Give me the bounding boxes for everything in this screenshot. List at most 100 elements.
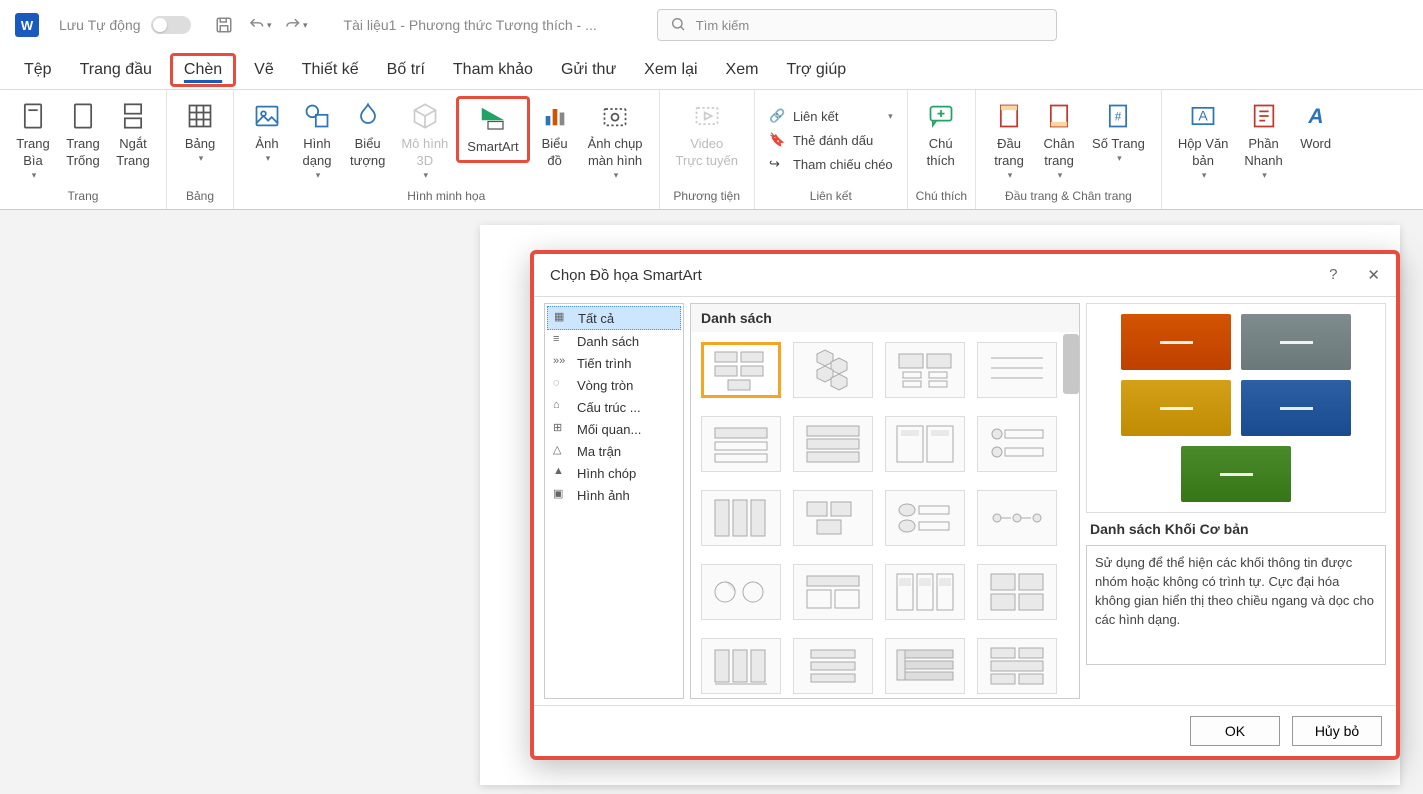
undo-icon[interactable]: ▾ (248, 13, 272, 37)
category-list: ▦Tất cả≡Danh sách»»Tiến trình◌Vòng tròn⌂… (544, 303, 684, 699)
preview-block (1241, 380, 1351, 436)
pagenumber-button[interactable]: #Số Trang▾ (1084, 96, 1153, 169)
wordart-button[interactable]: AWord (1291, 96, 1341, 157)
smartart-icon (477, 103, 509, 135)
smartart-thumb[interactable] (701, 638, 781, 694)
category-item[interactable]: ▦Tất cả (547, 306, 681, 330)
smartart-thumb[interactable] (701, 416, 781, 472)
category-label: Ma trận (577, 444, 621, 459)
category-item[interactable]: »»Tiến trình (547, 352, 681, 374)
category-icon: ≡ (553, 333, 569, 349)
group-label: Phương tiện (668, 185, 746, 209)
smartart-thumb[interactable] (977, 490, 1057, 546)
smartart-thumb[interactable] (977, 638, 1057, 694)
category-item[interactable]: ⊞Mối quan... (547, 418, 681, 440)
quickparts-button[interactable]: PhầnNhanh▾ (1236, 96, 1290, 185)
shapes-button[interactable]: Hìnhdạng▾ (292, 96, 342, 185)
table-button[interactable]: Bảng▾ (175, 96, 225, 169)
bookmark-button[interactable]: 🔖Thẻ đánh dấu (763, 129, 899, 153)
gallery-header: Danh sách (691, 304, 1079, 332)
header-button[interactable]: Đầutrang▾ (984, 96, 1034, 185)
blank-page-button[interactable]: TrangTrống (58, 96, 108, 174)
tab-mailings[interactable]: Gửi thư (547, 53, 630, 87)
online-video-button[interactable]: VideoTrực tuyến (668, 96, 746, 174)
dialog-titlebar: Chọn Đồ họa SmartArt ? ✕ (534, 254, 1396, 296)
screenshot-button[interactable]: Ảnh chụpmàn hình▾ (580, 96, 651, 185)
footer-button[interactable]: Chântrang▾ (1034, 96, 1084, 185)
category-label: Cấu trúc ... (577, 400, 641, 415)
search-input[interactable]: Tìm kiếm (657, 9, 1057, 41)
tab-home[interactable]: Trang đầu (66, 53, 166, 87)
smartart-thumb[interactable] (701, 342, 781, 398)
smartart-thumb[interactable] (885, 638, 965, 694)
group-label: Hình minh họa (242, 185, 651, 209)
link-button[interactable]: 🔗Liên kết▾ (763, 105, 899, 129)
chart-button[interactable]: Biểuđồ (530, 96, 580, 174)
ribbon: TrangBìa▾ TrangTrống NgắtTrang Trang Bản… (0, 90, 1423, 210)
category-icon: ▣ (553, 487, 569, 503)
smartart-thumb[interactable] (885, 564, 965, 620)
shapes-icon (301, 100, 333, 132)
quickparts-icon (1248, 100, 1280, 132)
autosave-label: Lưu Tự động (59, 17, 141, 33)
3dmodels-button[interactable]: Mô hình3D▾ (393, 96, 456, 185)
camera-icon (599, 100, 631, 132)
tab-draw[interactable]: Vẽ (240, 53, 288, 87)
smartart-thumb[interactable] (977, 564, 1057, 620)
smartart-thumb[interactable] (793, 342, 873, 398)
tab-review[interactable]: Xem lại (630, 53, 711, 87)
category-item[interactable]: ≡Danh sách (547, 330, 681, 352)
comment-button[interactable]: Chúthích (916, 96, 966, 174)
svg-text:A: A (1307, 105, 1323, 128)
gallery-scrollbar[interactable] (1063, 334, 1079, 394)
category-icon: ▦ (554, 310, 570, 326)
category-icon: ⊞ (553, 421, 569, 437)
cancel-button[interactable]: Hủy bỏ (1292, 716, 1382, 746)
tab-file[interactable]: Tệp (10, 53, 66, 87)
pictures-button[interactable]: Ảnh▾ (242, 96, 292, 169)
cover-page-button[interactable]: TrangBìa▾ (8, 96, 58, 185)
redo-icon[interactable]: ▾ (284, 13, 308, 37)
smartart-thumb[interactable] (701, 564, 781, 620)
search-placeholder: Tìm kiếm (696, 18, 749, 33)
category-item[interactable]: ⌂Cấu trúc ... (547, 396, 681, 418)
preview-title: Danh sách Khối Cơ bản (1086, 521, 1386, 537)
category-item[interactable]: △ Ma trận (547, 440, 681, 462)
smartart-thumb[interactable] (793, 416, 873, 472)
category-item[interactable]: ◌Vòng tròn (547, 374, 681, 396)
category-item[interactable]: ▣Hình ảnh (547, 484, 681, 506)
tab-references[interactable]: Tham khảo (439, 53, 547, 87)
group-label: Chú thích (916, 185, 967, 209)
smartart-thumb[interactable] (701, 490, 781, 546)
smartart-button[interactable]: SmartArt (456, 96, 529, 163)
smartart-thumb[interactable] (793, 564, 873, 620)
autosave-toggle[interactable] (151, 16, 191, 34)
smartart-thumb[interactable] (793, 490, 873, 546)
chart-icon (539, 100, 571, 132)
smartart-thumb[interactable] (885, 490, 965, 546)
page-icon (17, 100, 49, 132)
crossref-button[interactable]: ↪Tham chiếu chéo (763, 153, 899, 177)
icons-button[interactable]: Biểutượng (342, 96, 393, 174)
category-item[interactable]: ▲Hình chóp (547, 462, 681, 484)
smartart-thumb[interactable] (793, 638, 873, 694)
ok-button[interactable]: OK (1190, 716, 1280, 746)
tab-insert[interactable]: Chèn (170, 53, 236, 87)
category-icon: △ (553, 443, 569, 459)
tab-help[interactable]: Trợ giúp (772, 53, 860, 87)
textbox-button[interactable]: AHộp Vănbản▾ (1170, 96, 1237, 185)
save-icon[interactable] (212, 13, 236, 37)
smartart-thumb[interactable] (885, 416, 965, 472)
page-break-button[interactable]: NgắtTrang (108, 96, 158, 174)
tab-layout[interactable]: Bố trí (373, 53, 439, 87)
help-icon[interactable]: ? (1329, 266, 1337, 284)
category-label: Vòng tròn (577, 378, 633, 393)
close-icon[interactable]: ✕ (1367, 266, 1380, 284)
tab-design[interactable]: Thiết kế (288, 53, 373, 87)
tab-view[interactable]: Xem (712, 53, 773, 87)
smartart-thumb[interactable] (977, 416, 1057, 472)
smartart-thumb[interactable] (977, 342, 1057, 398)
svg-text:A: A (1198, 108, 1208, 124)
smartart-thumb[interactable] (885, 342, 965, 398)
group-illustrations: Ảnh▾ Hìnhdạng▾ Biểutượng Mô hình3D▾ Smar… (234, 90, 660, 209)
